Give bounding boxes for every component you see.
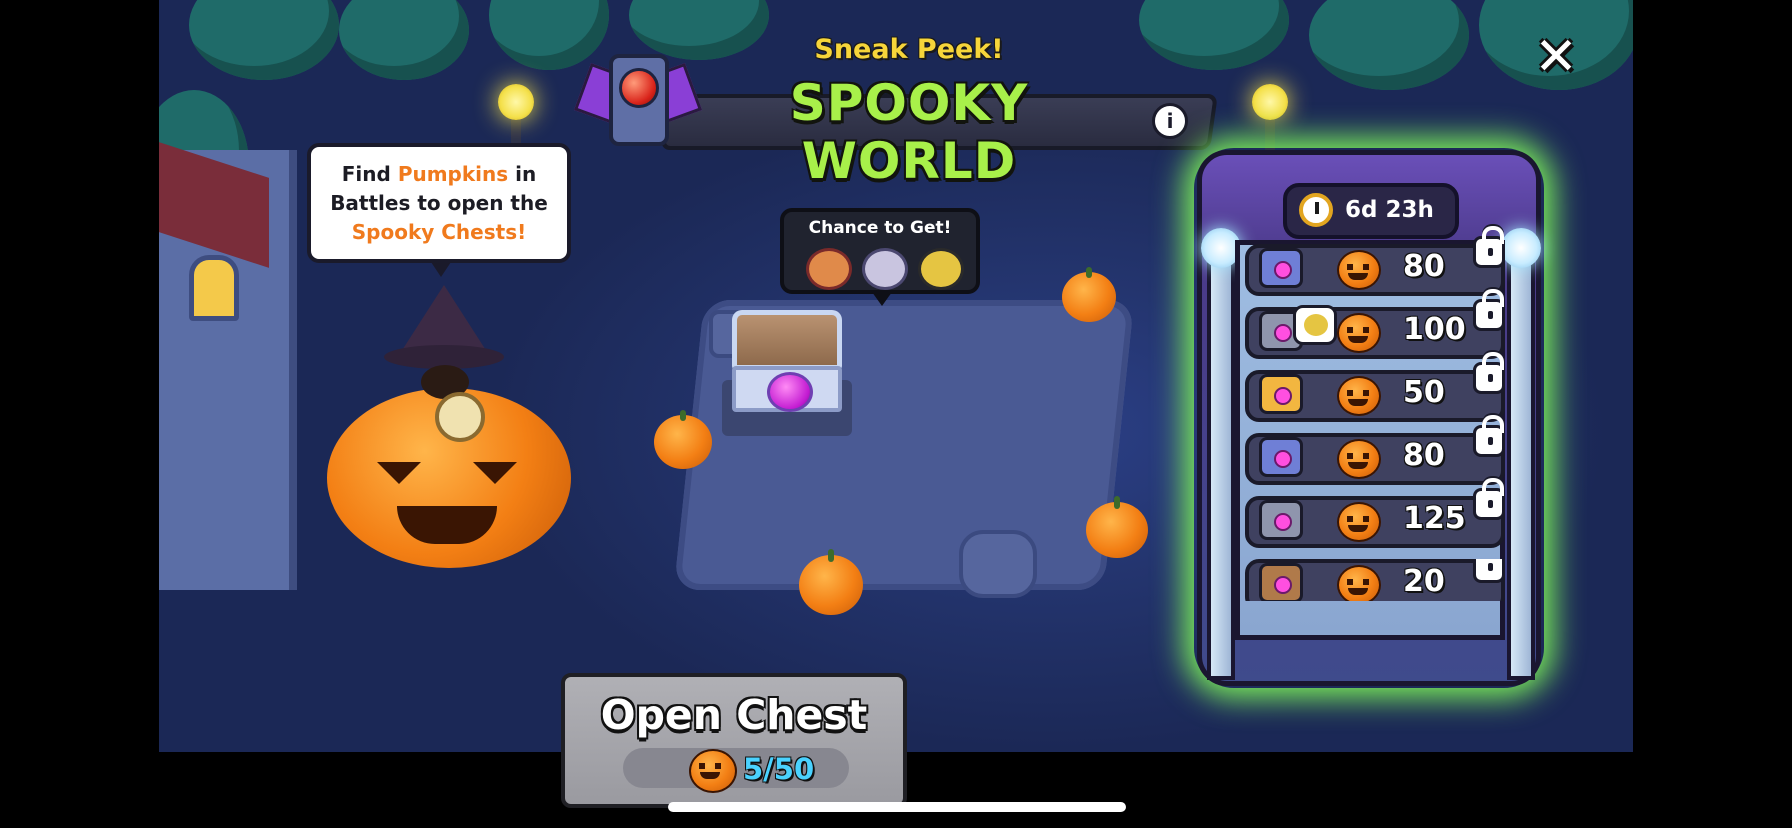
reward-cost: 100 xyxy=(1403,312,1466,347)
lock-icon xyxy=(1473,478,1505,520)
pumpkin-icon xyxy=(1337,250,1381,290)
lock-icon xyxy=(1473,559,1505,583)
reward-row[interactable]: 80 xyxy=(1245,226,1515,299)
pumpkin-pickup xyxy=(654,409,712,469)
event-title: SPOOKY WORLD xyxy=(789,74,1029,190)
reward-row[interactable]: 50 xyxy=(1245,352,1515,425)
badge-orb xyxy=(619,68,659,108)
lock-icon xyxy=(1473,289,1505,331)
reward-cost: 80 xyxy=(1403,249,1445,284)
panel-pillar xyxy=(1207,240,1235,680)
lock-icon xyxy=(1473,226,1505,268)
gold-chest-icon xyxy=(1259,374,1303,414)
reward-cost: 80 xyxy=(1403,438,1445,473)
home-indicator[interactable] xyxy=(668,802,1126,812)
lamp-icon xyxy=(498,84,534,120)
pumpkin-icon xyxy=(689,749,737,793)
open-chest-button[interactable]: Open Chest 5/50 xyxy=(561,673,907,808)
tree xyxy=(1139,0,1289,70)
brawler-ghost-icon xyxy=(862,248,908,290)
jack-eye xyxy=(377,462,421,484)
grey-chest-icon xyxy=(1259,500,1303,540)
reward-row[interactable]: 100 xyxy=(1245,289,1515,362)
pumpkin-icon xyxy=(1337,502,1381,542)
stopwatch-icon xyxy=(1299,193,1333,227)
lock-icon xyxy=(1473,352,1505,394)
brawler-sombrero-icon xyxy=(918,248,964,290)
close-icon[interactable]: ✕ xyxy=(1531,30,1581,84)
chest-lid xyxy=(732,310,842,370)
pumpkin-pickup xyxy=(1086,496,1148,558)
purple-chest-icon xyxy=(1259,437,1303,477)
chance-to-get-popup: Chance to Get! xyxy=(780,208,980,306)
spooky-chest[interactable] xyxy=(722,310,852,436)
tip-speech-bubble: Find Pumpkins in Battles to open the Spo… xyxy=(307,143,571,277)
timer-text: 6d 23h xyxy=(1345,197,1434,223)
tip-text: in xyxy=(508,161,537,186)
pumpkin-pickup xyxy=(799,549,863,615)
tree xyxy=(189,0,339,80)
brawler-cap-icon xyxy=(806,248,852,290)
reward-row[interactable]: 20 xyxy=(1245,559,1515,601)
jack-eye xyxy=(473,462,517,484)
sneak-peek-label: Sneak Peek! xyxy=(814,34,1004,65)
open-chest-label: Open Chest xyxy=(600,691,868,739)
lamp-icon xyxy=(1252,84,1288,120)
path-stone xyxy=(959,530,1037,598)
pumpkin-icon xyxy=(1337,565,1381,601)
game-scene: Chance to Get! Find Pumpkins in Battles … xyxy=(159,0,1633,752)
pumpkin-icon xyxy=(1337,376,1381,416)
reward-cost: 20 xyxy=(1403,564,1445,599)
pumpkin-count: 5/50 xyxy=(743,752,815,786)
chance-label: Chance to Get! xyxy=(808,218,952,238)
pumpkin-icon xyxy=(1337,439,1381,479)
reward-cost: 50 xyxy=(1403,375,1445,410)
tree xyxy=(1309,0,1469,90)
tip-highlight: Pumpkins xyxy=(397,161,509,186)
banjo-icon xyxy=(435,392,485,442)
tip-line-2: Battles to open the xyxy=(330,190,548,215)
tree xyxy=(339,0,469,80)
house-window xyxy=(189,255,239,321)
info-icon[interactable]: i xyxy=(1152,103,1188,139)
pumpkin-pickup xyxy=(1062,267,1116,322)
tip-line-3: Spooky Chests! xyxy=(351,219,527,244)
tip-line-1: Find Pumpkins in xyxy=(342,160,536,189)
reward-cost: 125 xyxy=(1403,501,1466,536)
purple-chest-icon xyxy=(1259,248,1303,288)
pumpkin-icon xyxy=(1337,313,1381,353)
jack-mouth xyxy=(397,506,497,544)
brown-chest-icon xyxy=(1259,563,1303,601)
event-timer: 6d 23h xyxy=(1283,183,1459,239)
event-badge-icon xyxy=(573,42,703,150)
tip-text: Find xyxy=(341,161,398,186)
reward-row[interactable]: 80 xyxy=(1245,415,1515,488)
pumpkin-progress: 5/50 xyxy=(623,748,849,793)
lock-icon xyxy=(1473,415,1505,457)
reward-row[interactable]: 125 xyxy=(1245,478,1515,551)
chest-gem-icon xyxy=(767,372,813,412)
brawler-sombrero-icon xyxy=(1293,305,1337,345)
